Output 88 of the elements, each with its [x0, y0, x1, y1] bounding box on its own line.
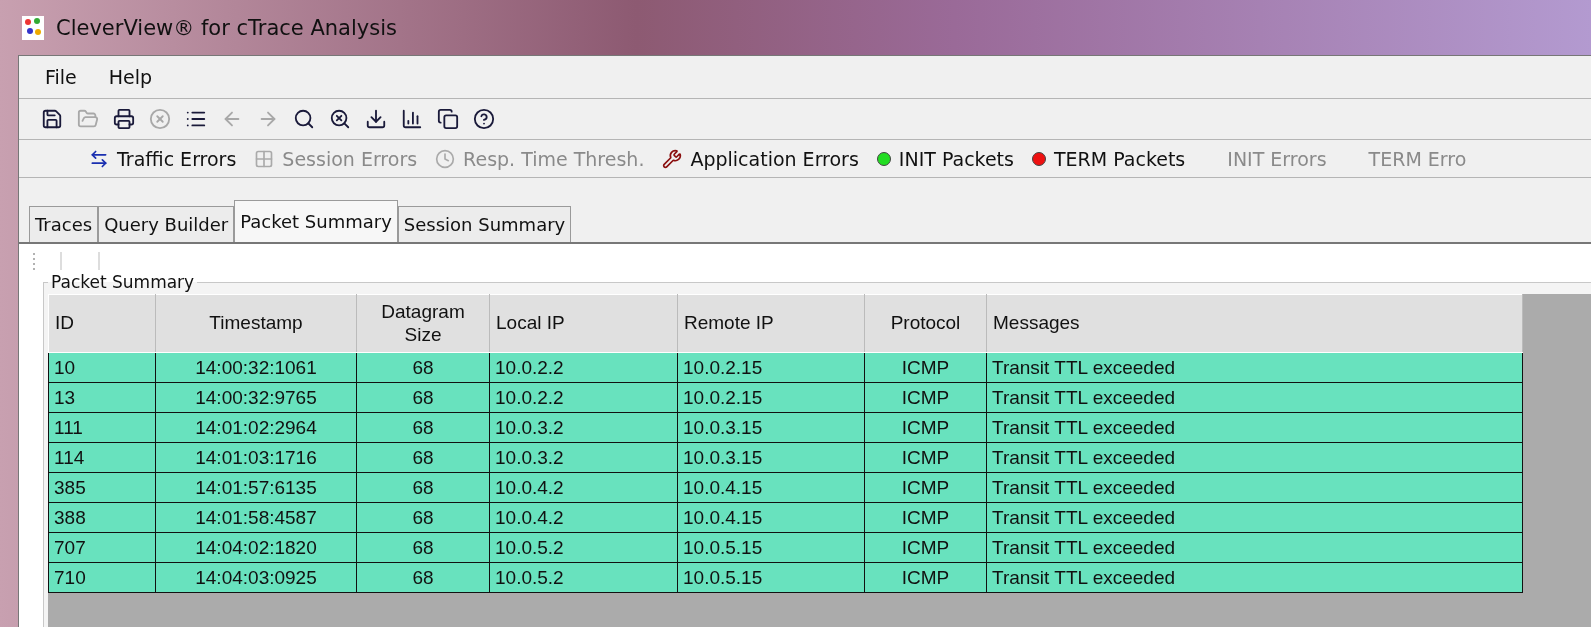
table-cell: 10.0.2.2 [489, 382, 678, 413]
table-cell: 13 [48, 382, 156, 413]
column-header[interactable]: Datagram Size [356, 294, 490, 353]
table-cell: 68 [356, 562, 490, 593]
table-cell: ICMP [864, 382, 987, 413]
table-cell: 10.0.5.15 [677, 532, 865, 563]
table-cell: 14:01:58:4587 [155, 502, 357, 533]
table-cell: ICMP [864, 352, 987, 383]
table-cell: 68 [356, 532, 490, 563]
menu-item[interactable]: File [33, 62, 89, 92]
table-cell: 68 [356, 412, 490, 443]
app-logo-icon [22, 15, 44, 40]
table-cell: 10 [48, 352, 156, 383]
table-cell: 68 [356, 502, 490, 533]
table-cell: Transit TTL exceeded [986, 412, 1523, 443]
table-cell: 710 [48, 562, 156, 593]
table-cell: ICMP [864, 442, 987, 473]
table-cell: ICMP [864, 502, 987, 533]
table-cell: 14:00:32:9765 [155, 382, 357, 413]
table-cell: 14:04:03:0925 [155, 562, 357, 593]
help-icon[interactable] [472, 108, 495, 130]
chart-icon[interactable] [400, 108, 423, 130]
filter-toggle[interactable]: INIT Packets [898, 147, 1014, 170]
save-icon[interactable] [40, 108, 63, 130]
table-cell: 68 [356, 352, 490, 383]
table-cell: Transit TTL exceeded [986, 562, 1523, 593]
table-cell: 14:04:02:1820 [155, 532, 357, 563]
tab[interactable]: Query Builder [98, 206, 235, 242]
clear-search-icon[interactable] [328, 108, 351, 130]
table-cell: 10.0.4.2 [489, 502, 678, 533]
table-cell: Transit TTL exceeded [986, 472, 1523, 503]
tab[interactable]: Packet Summary [234, 200, 398, 242]
arrows-icon [89, 148, 109, 169]
tab[interactable]: Traces [29, 206, 99, 242]
table-cell: ICMP [864, 412, 987, 443]
table-cell: 68 [356, 442, 490, 473]
table-cell: 10.0.3.15 [677, 412, 865, 443]
grid-icon [254, 148, 275, 169]
table-cell: 388 [48, 502, 156, 533]
filter-toggle[interactable]: TERM Packets [1053, 147, 1186, 170]
copy-icon[interactable] [436, 108, 459, 130]
column-header[interactable]: Local IP [489, 294, 678, 353]
table-cell: 10.0.3.2 [489, 412, 678, 443]
table-cell: 385 [48, 472, 156, 503]
column-header[interactable]: Timestamp [155, 294, 357, 353]
table-cell: 14:00:32:1061 [155, 352, 357, 383]
table-cell: 10.0.2.15 [677, 352, 865, 383]
table-cell: ICMP [864, 562, 987, 593]
panel-title: Packet Summary [50, 272, 196, 292]
table-cell: 14:01:57:6135 [155, 472, 357, 503]
filter-toggle[interactable]: Application Errors [690, 147, 859, 170]
table-cell: 10.0.5.2 [489, 532, 678, 563]
table-cell: Transit TTL exceeded [986, 352, 1523, 383]
table-cell: 10.0.2.2 [489, 352, 678, 383]
column-header[interactable]: Protocol [864, 294, 987, 353]
table-cell: 114 [48, 442, 156, 473]
table-cell: 707 [48, 532, 156, 563]
table-cell: Transit TTL exceeded [986, 442, 1523, 473]
clock-icon [435, 148, 456, 169]
column-header[interactable]: Remote IP [677, 294, 865, 353]
table-cell: ICMP [864, 472, 987, 503]
table-cell: 10.0.4.2 [489, 472, 678, 503]
table-cell: 10.0.4.15 [677, 472, 865, 503]
search-icon[interactable] [292, 108, 315, 130]
table-cell: 10.0.2.15 [677, 382, 865, 413]
table-cell: ICMP [864, 532, 987, 563]
menu-item[interactable]: Help [96, 62, 165, 92]
table-cell: Transit TTL exceeded [986, 532, 1523, 563]
printer-icon[interactable] [112, 108, 135, 130]
table-cell: 68 [356, 382, 490, 413]
filter-toggle[interactable]: Traffic Errors [117, 147, 237, 170]
table-cell: 10.0.4.15 [677, 502, 865, 533]
column-header[interactable]: Messages [986, 294, 1523, 353]
table-cell: 10.0.3.15 [677, 442, 865, 473]
table-cell: 10.0.5.2 [489, 562, 678, 593]
column-header[interactable]: ID [48, 294, 156, 353]
table-cell: 14:01:02:2964 [155, 412, 357, 443]
window-title: CleverView® for cTrace Analysis [56, 15, 397, 40]
table-cell: 14:01:03:1716 [155, 442, 357, 473]
download-icon[interactable] [364, 108, 387, 130]
table-cell: 68 [356, 472, 490, 503]
table-cell: 10.0.3.2 [489, 442, 678, 473]
table-cell: Transit TTL exceeded [986, 502, 1523, 533]
table-cell: Transit TTL exceeded [986, 382, 1523, 413]
tab[interactable]: Session Summary [397, 206, 572, 242]
wrench-icon [662, 148, 683, 169]
table-cell: 111 [48, 412, 156, 443]
table-cell: 10.0.5.15 [677, 562, 865, 593]
